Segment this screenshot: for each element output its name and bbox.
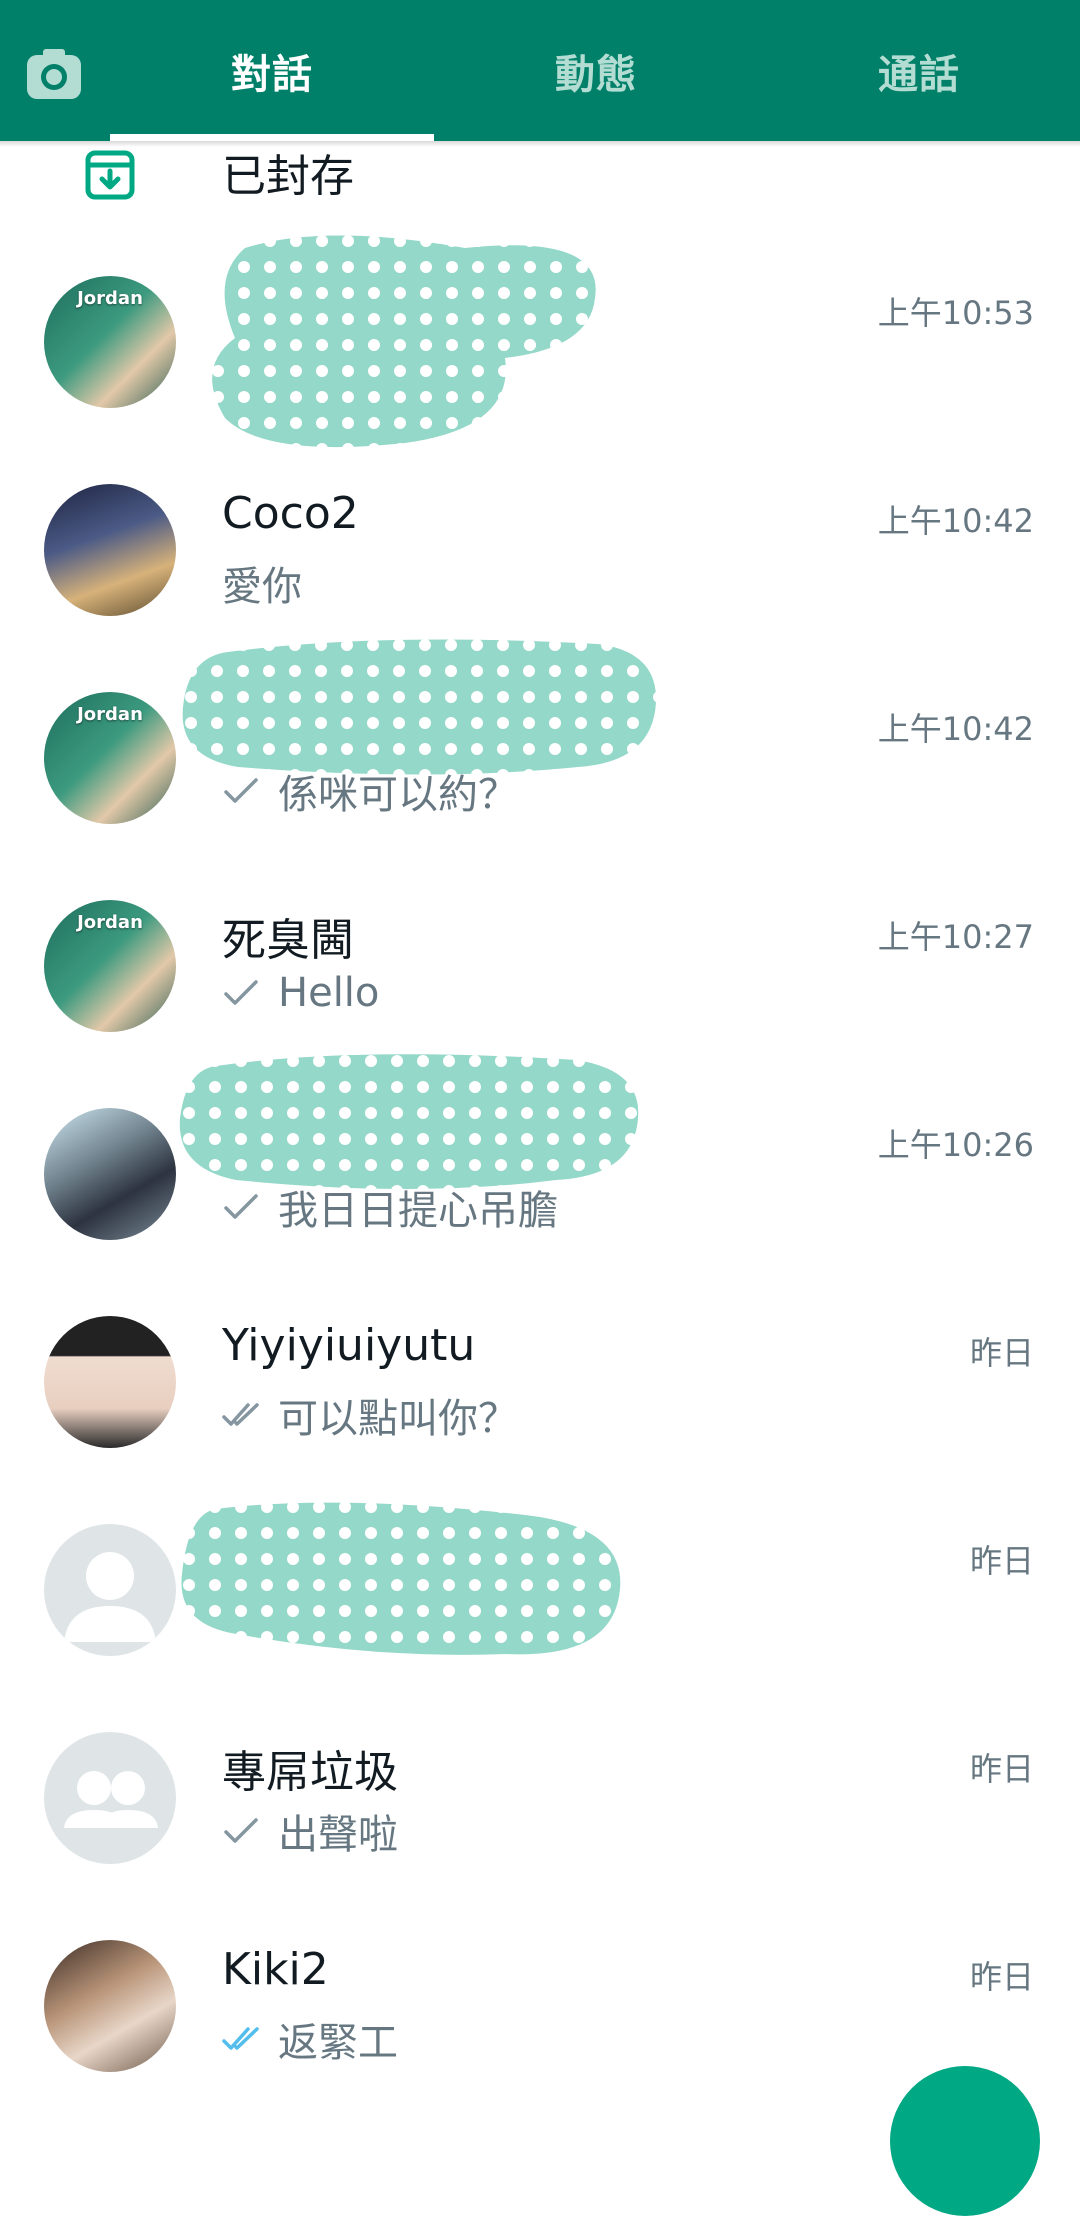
- chat-row[interactable]: Jordan 上午10:42 係咪可以約？: [0, 639, 1080, 860]
- message-preview: 愛你: [222, 564, 302, 610]
- chat-row[interactable]: Kiki2 昨日 返緊工: [0, 1900, 1080, 2108]
- app-bar: 對話 動態 通話: [0, 0, 1080, 141]
- chat-row[interactable]: 昨日: [0, 1484, 1080, 1692]
- chat-row[interactable]: Yiyiyiuiyutu 昨日 可以點叫你？: [0, 1276, 1080, 1484]
- archive-icon: [85, 150, 135, 200]
- chat-time: 昨日: [969, 1958, 1034, 1996]
- contact-avatar[interactable]: [44, 1108, 176, 1240]
- chat-time: 上午10:27: [877, 918, 1034, 956]
- message-preview: 出聲啦: [278, 1812, 398, 1858]
- single-check-icon: [224, 980, 258, 1005]
- archived-row[interactable]: 已封存: [0, 141, 1080, 241]
- message-preview: 返緊工: [278, 2020, 398, 2066]
- single-check-icon: [224, 1818, 258, 1843]
- chat-row[interactable]: 專屌垃圾 昨日 出聲啦: [0, 1692, 1080, 1900]
- camera-icon[interactable]: [25, 47, 83, 101]
- group-icon: [64, 1771, 158, 1828]
- chat-time: 上午10:26: [877, 1126, 1034, 1164]
- chat-preview: 出聲啦: [222, 1802, 398, 1860]
- archived-label: 已封存: [222, 151, 354, 202]
- chat-name: 死臭閪: [222, 915, 354, 966]
- default-group-avatar[interactable]: [44, 1732, 176, 1864]
- chat-name: Yiyiyiuiyutu: [222, 1320, 476, 1371]
- chat-row[interactable]: 上午10:26 我日日提心吊膽: [0, 1054, 1080, 1276]
- chat-preview: 返緊工: [222, 2010, 398, 2068]
- chat-time: 昨日: [969, 1750, 1034, 1788]
- chat-time: 上午10:53: [877, 294, 1034, 332]
- redaction-blob: [182, 639, 657, 775]
- chat-preview: 愛你: [222, 554, 302, 612]
- redaction-blob: [179, 1054, 639, 1189]
- chat-name: Coco2: [222, 488, 359, 539]
- contact-avatar[interactable]: Jordan: [44, 692, 176, 824]
- chat-name: 專屌垃圾: [222, 1747, 398, 1798]
- chat-name: Kiki2: [222, 1944, 329, 1995]
- new-chat-button[interactable]: [890, 2066, 1040, 2216]
- chat-time: 昨日: [969, 1334, 1034, 1372]
- double-check-icon: [222, 1403, 259, 1426]
- contact-avatar[interactable]: [44, 1316, 176, 1448]
- chat-preview: Hello: [222, 970, 379, 1016]
- chat-time: 昨日: [969, 1542, 1034, 1580]
- chat-preview: 可以點叫你？: [222, 1386, 518, 1444]
- chat-time: 上午10:42: [877, 710, 1034, 748]
- chat-row[interactable]: Coco2 上午10:42 愛你: [0, 444, 1080, 652]
- chat-row[interactable]: Jordan 死臭閪 上午10:27 Hello: [0, 860, 1080, 1068]
- double-check-blue-icon: [222, 2027, 259, 2050]
- chat-time: 上午10:42: [877, 502, 1034, 540]
- tab-calls[interactable]: 通話: [757, 0, 1080, 141]
- message-preview: 可以點叫你？: [278, 1396, 518, 1442]
- contact-avatar[interactable]: Jordan: [44, 276, 176, 408]
- contact-avatar[interactable]: Jordan: [44, 900, 176, 1032]
- redaction-blob: [181, 1502, 621, 1655]
- person-icon: [64, 1552, 156, 1642]
- tab-chats[interactable]: 對話: [110, 0, 434, 141]
- redaction-blob: [212, 235, 596, 448]
- message-preview: Hello: [278, 970, 380, 1016]
- contact-avatar[interactable]: [44, 1940, 176, 2072]
- contact-avatar[interactable]: [44, 484, 176, 616]
- default-person-avatar[interactable]: [44, 1524, 176, 1656]
- chat-row[interactable]: Jordan 上午10:53: [0, 235, 1080, 448]
- tab-status[interactable]: 動態: [434, 0, 758, 141]
